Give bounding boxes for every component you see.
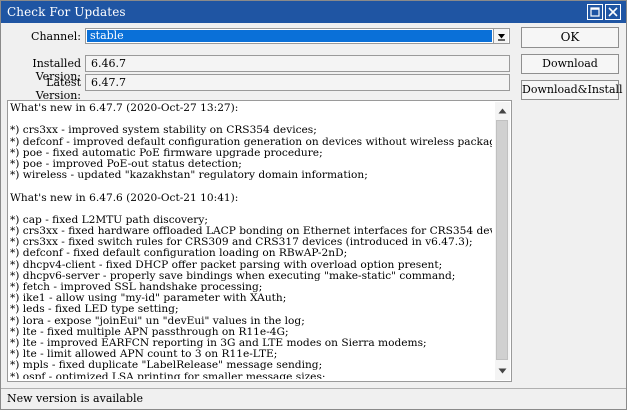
release-note-line: *) defconf - fixed default configuration…	[10, 247, 348, 260]
download-install-button[interactable]: Download&Install	[521, 80, 623, 100]
channel-select[interactable]: stable	[85, 28, 510, 44]
restore-icon	[590, 7, 600, 17]
window-title: Check For Updates	[7, 5, 126, 19]
download-button[interactable]: Download	[521, 54, 619, 74]
release-note-line: *) wireless - updated "kazakhstan" regul…	[10, 169, 368, 182]
release-note-line: *) leds - fixed LED type setting;	[10, 303, 179, 316]
release-note-line: What's new in 6.47.6 (2020-Oct-21 10:41)…	[10, 191, 239, 204]
scroll-down-button[interactable]	[495, 364, 510, 378]
close-icon	[608, 7, 618, 17]
release-notes-text: What's new in 6.47.7 (2020-Oct-27 13:27)…	[10, 103, 492, 379]
scroll-down-arrow-icon	[498, 368, 507, 374]
latest-version-field: 6.47.7	[85, 74, 510, 91]
release-notes-area[interactable]: What's new in 6.47.7 (2020-Oct-27 13:27)…	[7, 100, 512, 382]
check-for-updates-window: Check For Updates Channel: stable Instal…	[0, 0, 627, 410]
title-bar[interactable]: Check For Updates	[1, 1, 626, 23]
status-bar: New version is available	[1, 388, 626, 409]
release-note-line: *) crs3xx - improved system stability on…	[10, 124, 317, 137]
scroll-up-arrow-icon	[498, 108, 507, 114]
channel-dropdown-button[interactable]	[493, 29, 508, 43]
ok-button[interactable]: OK	[521, 27, 619, 48]
channel-value: stable	[87, 30, 492, 42]
scroll-up-button[interactable]	[495, 104, 510, 118]
status-text: New version is available	[7, 392, 144, 405]
dropdown-arrow-icon	[497, 33, 505, 41]
release-note-line	[10, 181, 492, 192]
release-note-line: *) ospf - optimized LSA printing for sma…	[10, 370, 326, 379]
channel-label: Channel:	[31, 30, 81, 43]
restore-button[interactable]	[587, 4, 603, 20]
installed-version-field: 6.46.7	[85, 55, 510, 72]
release-note-line: *) mpls - fixed duplicate "LabelRelease"…	[10, 359, 323, 372]
latest-version-label: Latest Version:	[35, 76, 81, 102]
scroll-thumb[interactable]	[496, 120, 508, 360]
close-button[interactable]	[605, 4, 621, 20]
vertical-scrollbar[interactable]	[495, 102, 510, 380]
release-note-line: What's new in 6.47.7 (2020-Oct-27 13:27)…	[10, 103, 239, 114]
